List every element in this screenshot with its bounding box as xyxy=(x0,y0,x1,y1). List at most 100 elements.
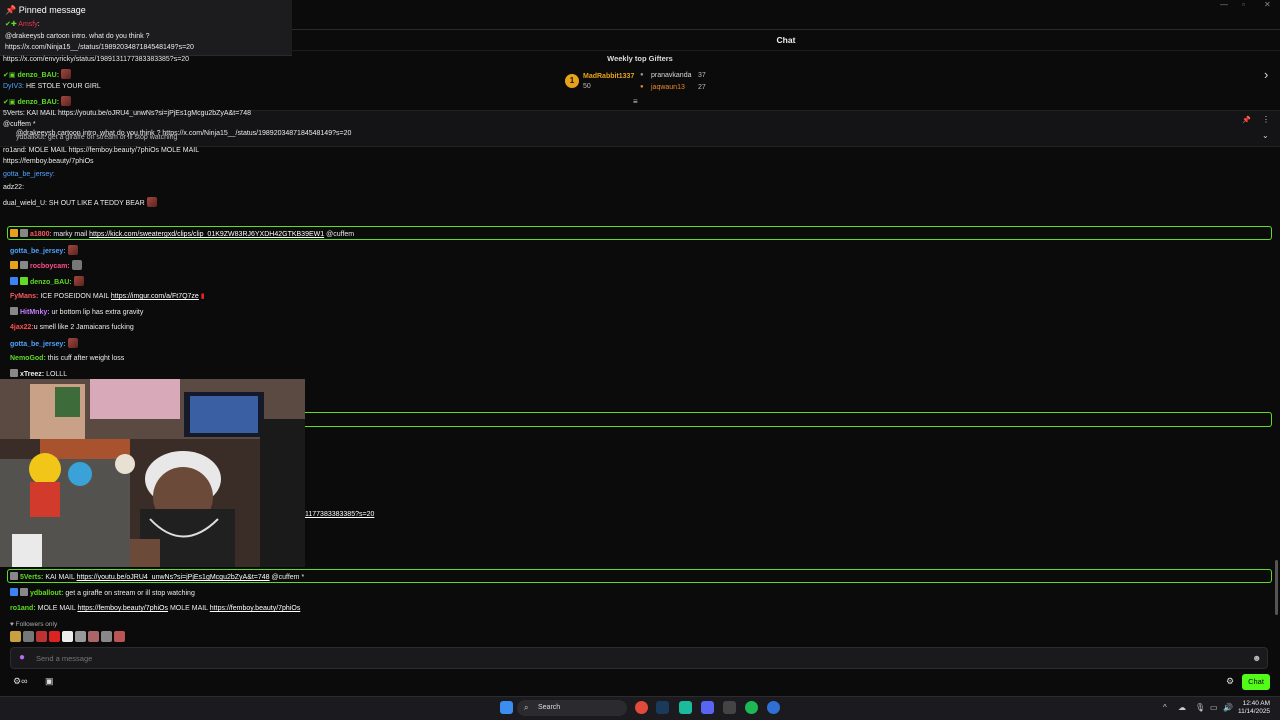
emote[interactable] xyxy=(62,631,73,642)
emote xyxy=(67,338,78,348)
microphone-icon[interactable]: 🎙 xyxy=(1195,703,1205,712)
emote[interactable] xyxy=(23,631,34,642)
emote[interactable] xyxy=(75,631,86,642)
badge-icon: ✔▣ xyxy=(3,72,18,79)
followers-only-label: ♥ Followers only xyxy=(10,621,58,628)
emote xyxy=(73,276,84,286)
webcam-overlay xyxy=(0,379,305,567)
more-options-icon[interactable]: ⋮ xyxy=(1262,115,1270,124)
app-icon[interactable] xyxy=(723,701,736,714)
overlay-line: ✔▣ denzo_BAU: xyxy=(3,96,72,107)
spotify-icon[interactable] xyxy=(745,701,758,714)
emoji-icon[interactable]: ☻ xyxy=(1252,653,1261,663)
steam-icon[interactable] xyxy=(656,701,669,714)
overlay-line: ydballout: get a giraffe on stream or il… xyxy=(16,134,178,141)
search-icon: ⌕ xyxy=(524,703,529,712)
overlay-line: gotta_be_jersey: xyxy=(3,171,55,178)
emote[interactable] xyxy=(114,631,125,642)
app-icon[interactable] xyxy=(679,701,692,714)
pin-icon[interactable]: 📌 xyxy=(1242,116,1251,124)
gifter-rank-icon: ● xyxy=(640,84,644,90)
pinned-text: @drakeeysb cartoon intro. what do you th… xyxy=(5,33,150,40)
emote[interactable] xyxy=(49,631,60,642)
chat-message[interactable]: gotta_be_jersey: xyxy=(10,338,78,349)
emote xyxy=(146,197,157,207)
emote[interactable] xyxy=(36,631,47,642)
windows-start-icon[interactable] xyxy=(500,701,513,714)
message-link: https://kick.com/sweatergxd/clips/clip_0… xyxy=(89,231,325,238)
chat-message[interactable]: denzo_BAU: xyxy=(10,276,84,287)
emote[interactable] xyxy=(88,631,99,642)
chat-message[interactable]: 4jax22:u smell like 2 Jamaicans fucking xyxy=(10,323,134,332)
chrome-icon[interactable] xyxy=(635,701,648,714)
minimize-icon[interactable]: — xyxy=(1220,0,1228,12)
gifter-name[interactable]: MadRabbit1337 xyxy=(583,73,634,80)
badge-icon xyxy=(10,572,18,580)
chat-send-button[interactable]: Chat xyxy=(1242,674,1270,690)
overlay-line: 5Verts: KAI MAIL https://youtu.be/oJRU4_… xyxy=(3,110,251,117)
cloud-icon[interactable]: ☁ xyxy=(1178,703,1186,712)
gifter-name[interactable]: jaqwaun13 xyxy=(651,84,685,91)
gear-icon[interactable]: ⚙ xyxy=(1226,676,1234,687)
gifter-count: 50 xyxy=(583,83,591,90)
taskbar-search-box[interactable] xyxy=(517,700,627,716)
gifter-rank-badge: 1 xyxy=(565,74,579,88)
chat-message[interactable]: gotta_be_jersey: xyxy=(10,245,78,256)
expand-icon[interactable]: ≡ xyxy=(633,97,638,106)
message-link: https://youtu.be/oJRU4_unwNs?si=jPjEs1gM… xyxy=(76,574,270,581)
chevron-down-icon[interactable]: ⌄ xyxy=(1262,131,1269,140)
chat-message[interactable]: HitMnky: ur bottom lip has extra gravity xyxy=(10,307,143,317)
message-link: https://femboy.beauty/7phiOs xyxy=(77,605,168,612)
gifter-name[interactable]: pranavkanda xyxy=(651,72,691,79)
maximize-icon[interactable]: ▫ xyxy=(1242,0,1245,12)
chat-scrollbar[interactable] xyxy=(1275,560,1278,615)
gifter-count: 37 xyxy=(698,72,706,79)
badge-icon xyxy=(20,229,28,237)
chat-message[interactable]: rocboycam: xyxy=(10,260,82,271)
webcam-image xyxy=(0,379,305,567)
chat-message[interactable]: FyMans: ICE POSEIDON MAIL https://imgur.… xyxy=(10,292,205,301)
badge-icon: ✔✚ xyxy=(5,21,19,28)
discord-icon[interactable] xyxy=(701,701,714,714)
message-link: https://imgur.com/a/Ft7Q7ze xyxy=(110,293,199,300)
taskbar-clock[interactable]: 12:40 AM 11/14/2025 xyxy=(1238,700,1270,716)
chat-message[interactable]: ro1and: MOLE MAIL https://femboy.beauty/… xyxy=(10,604,300,613)
badge-icon: ✔▣ xyxy=(3,99,18,106)
partial-link[interactable]: 1177383383385?s=20 xyxy=(305,510,374,519)
overlay-line: @cuffem * xyxy=(3,121,36,128)
pin-icon: 📌 xyxy=(5,5,19,15)
gift-icon[interactable]: ▣ xyxy=(45,676,54,687)
chat-header: Chat xyxy=(292,29,1280,51)
badge-icon xyxy=(20,588,28,596)
overlay-line: DyIV3: HE STOLE YOUR GIRL xyxy=(3,83,101,90)
chevron-up-icon[interactable]: ^ xyxy=(1163,703,1167,712)
message-input[interactable] xyxy=(36,654,636,663)
chat-title: Chat xyxy=(776,35,796,45)
overlay-line: https://femboy.beauty/7phiOs xyxy=(3,158,94,165)
emote[interactable] xyxy=(10,631,21,642)
message-link: https://femboy.beauty/7phiOs xyxy=(209,605,301,612)
badge-icon xyxy=(10,229,18,237)
badge-icon xyxy=(20,261,28,269)
app-icon[interactable] xyxy=(767,701,780,714)
microphone-icon[interactable]: ● xyxy=(19,652,25,663)
chat-message[interactable]: xTreez: LOLLL xyxy=(10,369,67,379)
emote[interactable] xyxy=(101,631,112,642)
network-icon[interactable]: ▭ xyxy=(1210,703,1218,712)
volume-icon[interactable]: 🔊 xyxy=(1223,703,1233,712)
close-icon[interactable]: ✕ xyxy=(1264,0,1271,12)
badge-icon xyxy=(10,261,18,269)
chat-message[interactable]: NemoGod: this cuff after weight loss xyxy=(10,354,124,363)
emote xyxy=(61,69,72,79)
taskbar-search-label: Search xyxy=(538,704,561,711)
pinned-user: ✔✚ Amsfy: xyxy=(5,21,40,28)
pinned-link[interactable]: https://x.com/Ninja15__/status/198920348… xyxy=(5,43,194,52)
badge-icon xyxy=(20,277,28,285)
settings-toggle-icon[interactable]: ⚙∞ xyxy=(13,676,27,687)
chat-message[interactable]: ydballout: get a giraffe on stream or il… xyxy=(10,588,195,598)
overlay-line: adz22: xyxy=(3,184,25,191)
overlay-line: https://x.com/envyricky/status/198913117… xyxy=(3,56,190,63)
chevron-right-icon[interactable]: › xyxy=(1264,67,1268,82)
chat-message[interactable]: a1800: marky mail https://kick.com/sweat… xyxy=(10,229,354,239)
chat-message[interactable]: 5Verts: KAI MAIL https://youtu.be/oJRU4_… xyxy=(10,572,304,582)
